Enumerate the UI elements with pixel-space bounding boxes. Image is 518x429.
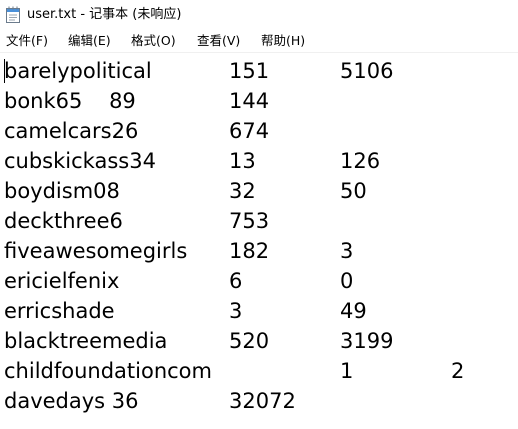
line-username: childfoundationcom: [4, 359, 212, 383]
line-value-2: 50: [340, 179, 367, 203]
line-value-1: 144: [229, 89, 270, 113]
text-line: camelcars26 674: [0, 116, 518, 146]
menu-file[interactable]: 文件(F): [5, 33, 49, 49]
line-username: ericielfenix: [4, 269, 120, 293]
line-username: camelcars26: [4, 119, 139, 143]
line-value-1: 753: [229, 209, 270, 233]
line-value-1: 674: [229, 119, 270, 143]
line-username: fiveawesomegirls: [4, 239, 188, 263]
line-value-1: 182: [229, 239, 270, 263]
line-username: blacktreemedia: [4, 329, 168, 353]
line-value-1: 13: [229, 149, 256, 173]
line-value-3: 2: [451, 359, 465, 383]
menu-view[interactable]: 查看(V): [196, 33, 241, 49]
line-value-2: 3: [340, 239, 354, 263]
text-line: deckthree6 753: [0, 206, 518, 236]
line-username: barelypolitical: [4, 59, 152, 83]
text-line: fiveawesomegirls 182 3: [0, 236, 518, 266]
notepad-icon: [6, 6, 20, 23]
line-username: bonk65 89: [4, 89, 136, 113]
title-bar[interactable]: user.txt - 记事本 (未响应): [0, 0, 518, 30]
line-value-1: 32072: [229, 389, 296, 413]
window-title: user.txt - 记事本 (未响应): [27, 7, 182, 22]
line-value-2: 1: [340, 359, 354, 383]
text-line: boydism08 32 50: [0, 176, 518, 206]
text-editor-area[interactable]: barelypolitical 151 5106 bonk65 89 144 camelc…: [0, 52, 518, 429]
line-value-1: 6: [229, 269, 243, 293]
line-value-1: 520: [229, 329, 270, 353]
line-username: deckthree6: [4, 209, 123, 233]
line-username: davedays 36: [4, 389, 139, 413]
line-value-2: 5106: [340, 59, 394, 83]
line-value-2: 126: [340, 149, 381, 173]
line-value-1: 151: [229, 59, 270, 83]
text-line: cubskickass34 13 126: [0, 146, 518, 176]
line-username: erricshade: [4, 299, 115, 323]
line-value-2: 49: [340, 299, 367, 323]
menu-format[interactable]: 格式(O): [130, 33, 177, 49]
line-value-1: 3: [229, 299, 243, 323]
menu-help[interactable]: 帮助(H): [260, 33, 306, 49]
text-line: bonk65 89 144: [0, 86, 518, 116]
line-value-2: 3199: [340, 329, 394, 353]
text-line: ericielfenix 6 0: [0, 266, 518, 296]
text-line: childfoundationcom 1 2: [0, 356, 518, 386]
menu-edit[interactable]: 编辑(E): [67, 33, 112, 49]
line-username: cubskickass34: [4, 149, 156, 173]
text-line: barelypolitical 151 5106: [0, 56, 518, 86]
line-value-2: 0: [340, 269, 354, 293]
line-username: boydism08: [4, 179, 120, 203]
line-value-1: 32: [229, 179, 256, 203]
text-line: davedays 36 32072: [0, 386, 518, 416]
menu-bar: 文件(F) 编辑(E) 格式(O) 查看(V) 帮助(H): [0, 30, 518, 52]
text-line: erricshade 3 49: [0, 296, 518, 326]
text-line: blacktreemedia 520 3199: [0, 326, 518, 356]
